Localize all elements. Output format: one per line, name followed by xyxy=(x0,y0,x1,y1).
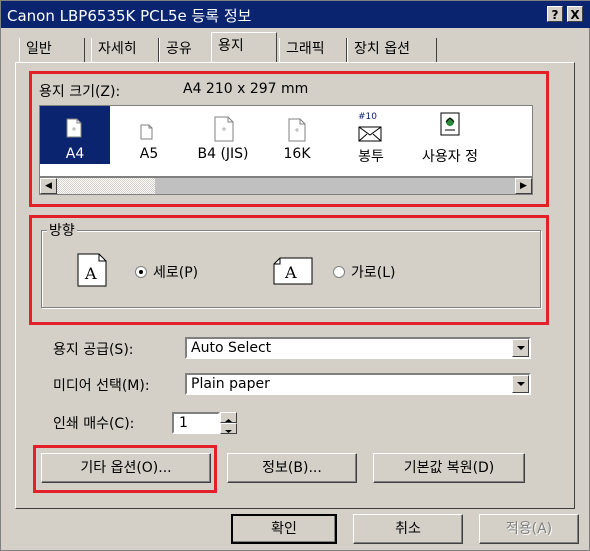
portrait-radio[interactable] xyxy=(135,266,147,278)
page-icon xyxy=(140,124,153,140)
tab-device-options[interactable]: 장치 옵션 xyxy=(347,38,437,62)
paper-size-label: 용지 크기(Z): xyxy=(39,84,121,100)
custom-paper-icon xyxy=(440,112,460,136)
tab-paper[interactable]: 용지 xyxy=(211,32,277,62)
media-label: 미디어 선택(M): xyxy=(53,378,150,394)
paper-size-caption: 사용자 정 xyxy=(422,149,478,165)
landscape-page-icon: A xyxy=(273,257,313,285)
envelope-icon xyxy=(358,126,382,142)
restore-defaults-button[interactable]: 기본값 복원(D) xyxy=(373,453,525,483)
tab-details[interactable]: 자세히 xyxy=(91,38,159,62)
tab-strip: 일반 자세히 공유 용지 그래픽 장치 옵션 xyxy=(1,28,590,64)
paper-size-item-16k[interactable]: 16K xyxy=(262,106,332,164)
orientation-legend: 방향 xyxy=(47,220,77,240)
scroll-left-button[interactable]: ◀ xyxy=(40,178,57,194)
paper-size-item-envelope[interactable]: #10 봉투 xyxy=(336,106,406,165)
paper-size-item-a4[interactable]: A4 xyxy=(40,106,110,164)
chevron-down-icon[interactable] xyxy=(512,339,529,357)
properties-dialog: Canon LBP6535K PCL5e 등록 정보 ? X 일반 자세히 공유… xyxy=(0,0,590,551)
tab-general[interactable]: 일반 xyxy=(19,38,85,62)
tab-graphics[interactable]: 그래픽 xyxy=(279,38,347,62)
title-bar[interactable]: Canon LBP6535K PCL5e 등록 정보 ? X xyxy=(1,1,590,28)
paper-size-item-custom[interactable]: 사용자 정 xyxy=(410,106,490,165)
copies-input[interactable]: 1 xyxy=(172,412,220,434)
copies-value: 1 xyxy=(179,415,188,431)
paper-size-caption: A4 xyxy=(65,146,85,162)
paper-size-caption: B4 (JIS) xyxy=(197,146,249,162)
scroll-thumb[interactable] xyxy=(57,178,155,194)
paper-size-caption: 봉투 xyxy=(358,149,384,165)
paper-size-item-b4[interactable]: B4 (JIS) xyxy=(188,106,258,164)
page-icon xyxy=(288,118,306,142)
paper-source-value: Auto Select xyxy=(191,340,272,356)
more-options-button[interactable]: 기타 옵션(O)... xyxy=(41,453,211,483)
portrait-label[interactable]: 세로(P) xyxy=(153,262,198,282)
tab-sharing[interactable]: 공유 xyxy=(159,38,209,62)
paper-size-item-a5[interactable]: A5 xyxy=(114,106,184,164)
paper-size-caption: A5 xyxy=(139,146,159,162)
copies-label: 인쇄 매수(C): xyxy=(53,416,135,432)
spin-down-button[interactable] xyxy=(220,423,237,434)
spin-up-button[interactable] xyxy=(220,412,237,423)
paper-source-select[interactable]: Auto Select xyxy=(185,337,531,359)
paper-source-label: 용지 공급(S): xyxy=(53,342,134,358)
about-button[interactable]: 정보(B)... xyxy=(227,453,357,483)
scroll-right-button[interactable]: ▶ xyxy=(515,178,532,194)
portrait-glyph: A xyxy=(84,264,97,283)
media-value: Plain paper xyxy=(191,376,270,392)
paper-size-value: A4 210 x 297 mm xyxy=(183,81,309,97)
window-title: Canon LBP6535K PCL5e 등록 정보 xyxy=(7,7,252,25)
envelope-tag: #10 xyxy=(358,112,377,122)
chevron-down-icon xyxy=(225,430,232,433)
landscape-glyph: A xyxy=(284,263,297,282)
help-button[interactable]: ? xyxy=(547,6,563,22)
media-select[interactable]: Plain paper xyxy=(185,373,531,395)
apply-button[interactable]: 적용(A) xyxy=(479,514,579,544)
page-icon xyxy=(66,118,82,138)
cancel-button[interactable]: 취소 xyxy=(353,514,463,544)
page-icon xyxy=(214,116,234,142)
close-button[interactable]: X xyxy=(567,6,583,22)
landscape-radio[interactable] xyxy=(333,266,345,278)
copies-stepper[interactable]: 1 xyxy=(172,412,240,434)
ok-button[interactable]: 확인 xyxy=(231,514,337,544)
portrait-page-icon: A xyxy=(77,253,107,287)
landscape-label[interactable]: 가로(L) xyxy=(351,262,395,282)
paper-size-list[interactable]: A4 A5 B4 (JIS) 16K #10 봉투 사용자 정 xyxy=(39,105,533,177)
paper-size-caption: 16K xyxy=(283,146,311,162)
paper-size-scrollbar[interactable]: ◀ ▶ xyxy=(39,177,533,195)
chevron-down-icon[interactable] xyxy=(512,375,529,393)
